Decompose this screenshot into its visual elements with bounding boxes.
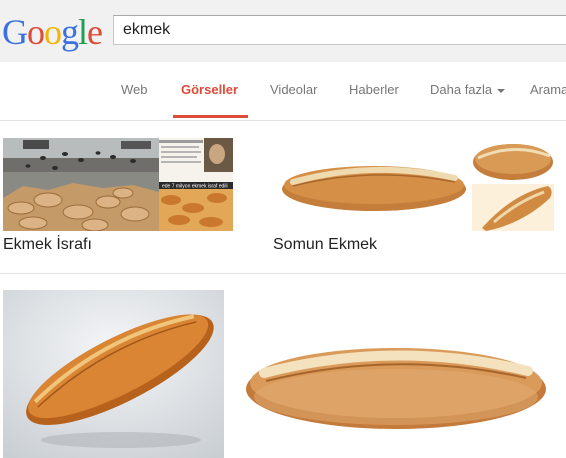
somun-bread-photo [473,144,553,180]
google-logo[interactable]: Google [2,10,103,54]
tab-more[interactable]: Daha fazla [430,82,506,97]
logo-letter: o [27,12,45,52]
tab-images[interactable]: Görseller [181,82,238,97]
result-thumbnail[interactable] [273,138,471,231]
search-box[interactable] [113,15,566,45]
result-thumbnail[interactable] [236,301,558,458]
result-thumbnail[interactable] [472,184,554,231]
somun-bread-photo [282,166,466,211]
result-caption[interactable]: Somun Ekmek [273,236,377,254]
result-thumbnail[interactable]: ede 7 milyon ekmek israf edili [159,138,233,231]
result-thumbnail[interactable] [3,290,224,458]
tab-videos[interactable]: Videolar [270,82,317,97]
somun-bread-photo [236,301,558,458]
row-divider [0,273,566,274]
logo-letter: e [87,12,103,52]
search-input[interactable] [123,21,523,39]
logo-letter: l [78,12,88,52]
chevron-down-icon [497,88,506,93]
tab-more-label: Daha fazla [430,82,493,97]
baguette-photo [3,290,224,458]
bread-waste-photo [3,138,159,231]
logo-letter: g [61,12,79,52]
active-tab-indicator [173,115,248,118]
result-thumbnail[interactable] [3,138,159,231]
somun-bread-photo [472,184,554,231]
result-thumbnail[interactable] [472,138,554,184]
tab-web[interactable]: Web [121,82,148,97]
infographic-text: ede 7 milyon ekmek israf edili [162,184,228,190]
image-results: ede 7 milyon ekmek israf edili Ekmek İsr… [0,121,566,458]
tab-news[interactable]: Haberler [349,82,399,97]
logo-letter: o [44,12,62,52]
logo-letter: G [2,12,28,52]
bread-waste-infographic: ede 7 milyon ekmek israf edili [159,138,233,231]
tab-search-tools[interactable]: Arama [530,82,566,97]
result-caption[interactable]: Ekmek İsrafı [3,236,92,254]
header: Google [0,0,566,62]
nav-bar: Web Görseller Videolar Haberler Daha faz… [0,62,566,121]
